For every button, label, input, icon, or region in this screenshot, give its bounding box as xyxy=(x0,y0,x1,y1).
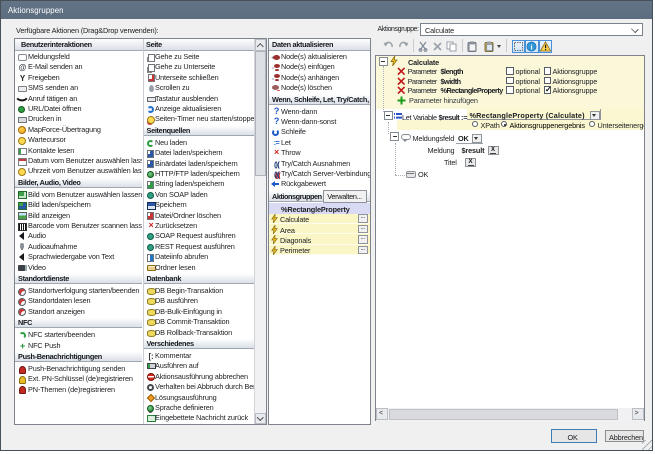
svg-text:i: i xyxy=(531,42,533,51)
